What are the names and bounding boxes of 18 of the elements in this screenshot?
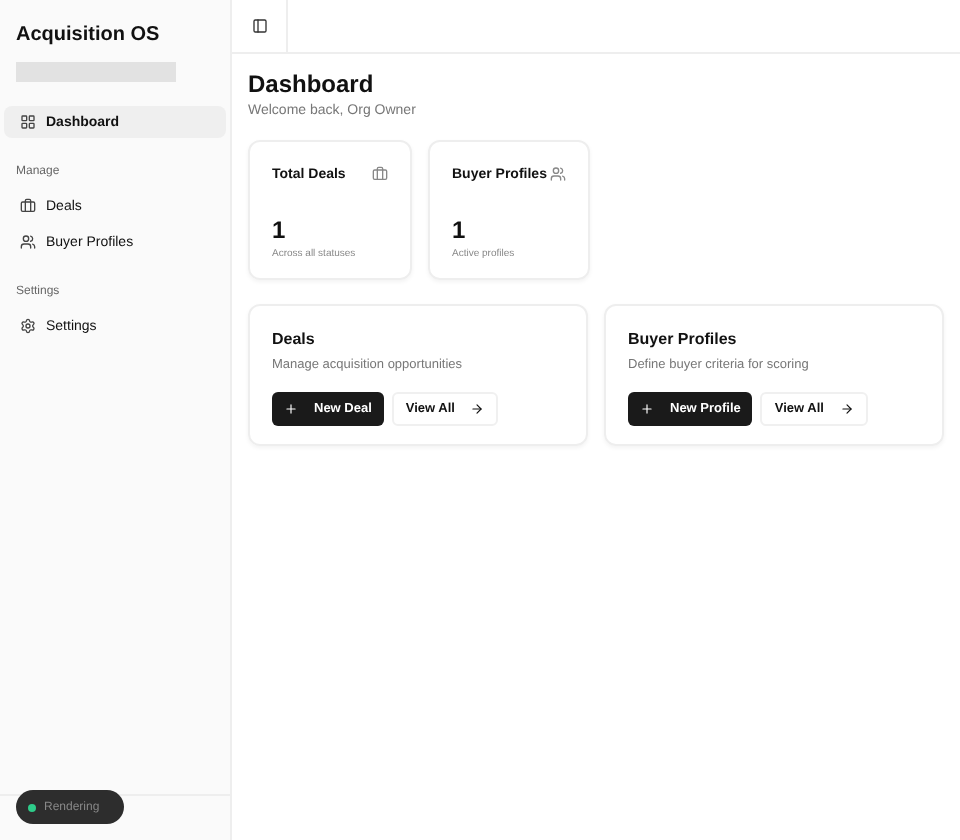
briefcase-icon — [20, 198, 36, 214]
grid-icon — [20, 114, 36, 130]
stat-value: 1 — [452, 216, 468, 244]
users-icon — [550, 166, 566, 182]
app-title: Acquisition OS — [14, 22, 162, 50]
sidebar-panel-icon — [251, 18, 267, 34]
users-icon — [20, 234, 36, 250]
briefcase-icon — [372, 166, 388, 182]
arrow-right-icon — [470, 402, 485, 416]
stat-value: 1 — [272, 216, 288, 244]
plus-icon — [284, 402, 298, 416]
card-title: Buyer Profiles — [628, 330, 739, 348]
settings-icon — [20, 318, 36, 334]
page-title: Dashboard — [248, 70, 376, 98]
plus-icon — [640, 402, 654, 416]
arrow-right-icon — [839, 402, 854, 416]
card-title: Deals — [272, 330, 317, 348]
status-dot-icon — [28, 803, 36, 811]
